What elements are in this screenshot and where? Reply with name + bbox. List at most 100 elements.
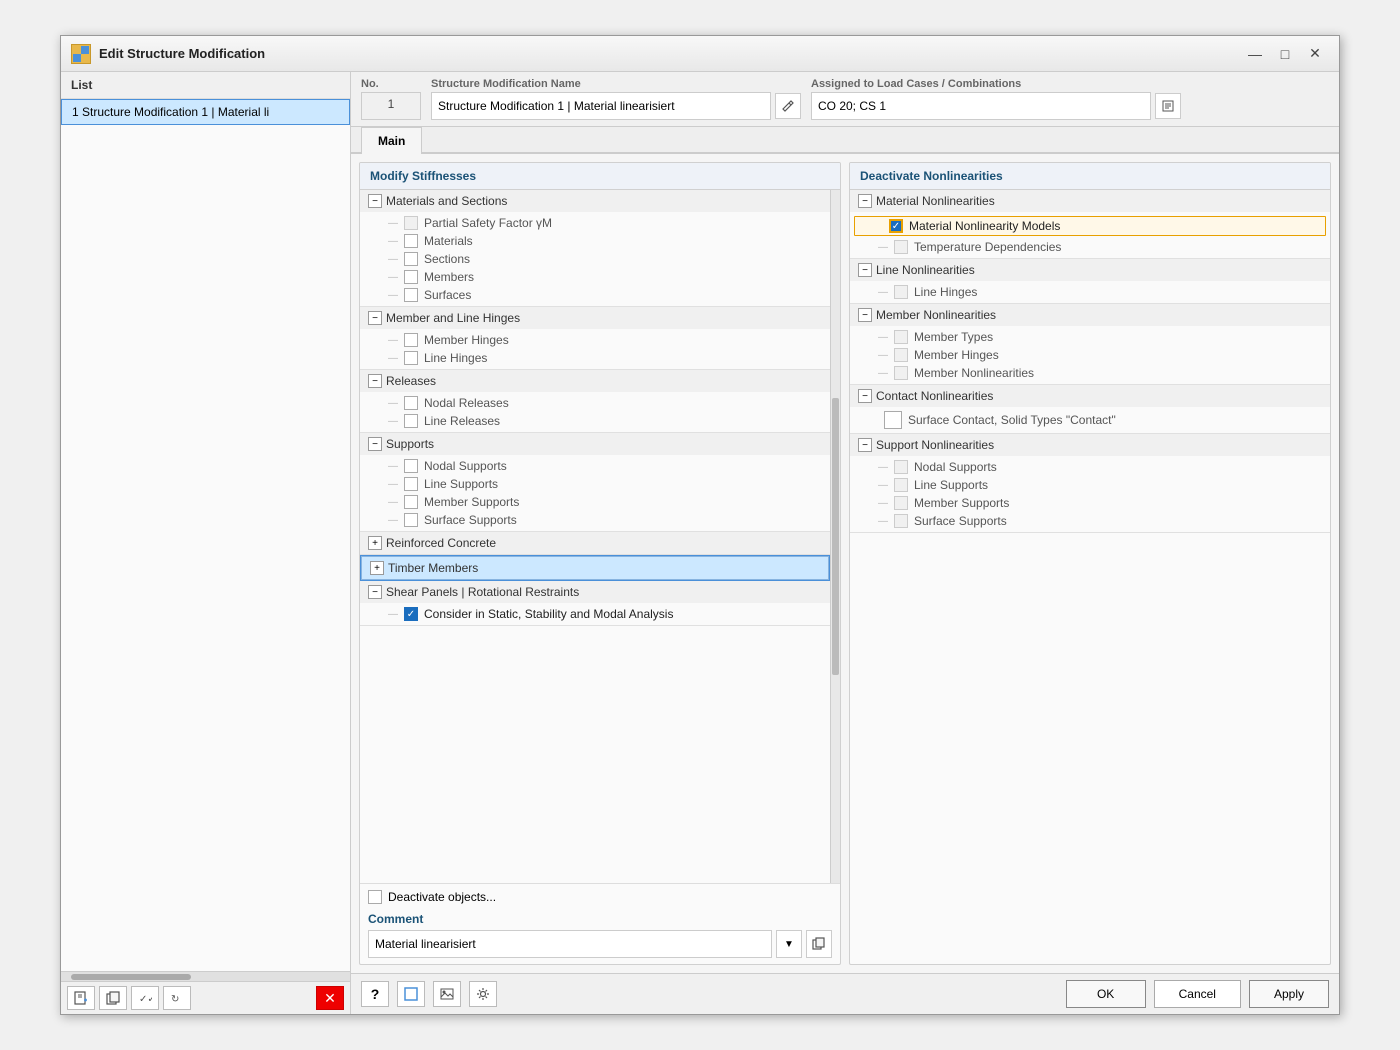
section-supports-header[interactable]: − Supports <box>360 433 830 455</box>
item-nodal-supports: — Nodal Supports <box>360 457 830 475</box>
expand-releases[interactable]: − <box>368 374 382 388</box>
copy-item-button[interactable] <box>99 986 127 1010</box>
label-member-supports-nonlin: Member Supports <box>914 496 1009 510</box>
checkbox-nodal-releases[interactable] <box>404 396 418 410</box>
expand-supports[interactable]: − <box>368 437 382 451</box>
bottom-toolbar: ? OK Cancel Apply <box>351 973 1339 1014</box>
check-all-button[interactable]: ✓✓ <box>131 986 159 1010</box>
checkbox-line-supports[interactable] <box>404 477 418 491</box>
item-line-hinges: — Line Hinges <box>360 349 830 367</box>
main-content: List 1 Structure Modification 1 | Materi… <box>61 72 1339 1014</box>
expand-member-nonlin[interactable]: − <box>858 308 872 322</box>
checkbox-surface-supports[interactable] <box>404 513 418 527</box>
materials-sections-label: Materials and Sections <box>386 194 507 208</box>
comment-dropdown-button[interactable]: ▼ <box>776 930 802 958</box>
sidebar-scrollbar[interactable] <box>61 971 350 981</box>
section-contact-nonlin-header[interactable]: − Contact Nonlinearities <box>850 385 1330 407</box>
name-edit-button[interactable] <box>775 93 801 119</box>
section-support-nonlin-header[interactable]: − Support Nonlinearities <box>850 434 1330 456</box>
section-material-nonlin-header[interactable]: − Material Nonlinearities <box>850 190 1330 212</box>
comment-input[interactable] <box>368 930 772 958</box>
no-label: No. <box>361 78 421 90</box>
expand-contact-nonlin[interactable]: − <box>858 389 872 403</box>
label-member-supports: Member Supports <box>424 495 519 509</box>
label-temp-dependencies: Temperature Dependencies <box>914 240 1061 254</box>
expand-line-nonlin[interactable]: − <box>858 263 872 277</box>
maximize-button[interactable]: □ <box>1271 43 1299 65</box>
section-timber-header[interactable]: + Timber Members <box>361 556 829 580</box>
label-sections: Sections <box>424 252 470 266</box>
checkbox-member-supports-nonlin[interactable] <box>894 496 908 510</box>
label-member-types: Member Types <box>914 330 993 344</box>
section-materials-sections-header[interactable]: − Materials and Sections <box>360 190 830 212</box>
checkbox-partial-safety[interactable] <box>404 216 418 230</box>
checkbox-nodal-supports[interactable] <box>404 459 418 473</box>
checkbox-surface-contact[interactable] <box>884 411 902 429</box>
view-button[interactable] <box>397 981 425 1007</box>
checkbox-line-releases[interactable] <box>404 414 418 428</box>
section-line-nonlin-header[interactable]: − Line Nonlinearities <box>850 259 1330 281</box>
cancel-button[interactable]: Cancel <box>1154 980 1241 1008</box>
renumber-button[interactable]: ↻ <box>163 986 191 1010</box>
expand-shear[interactable]: − <box>368 585 382 599</box>
section-reinforced-header[interactable]: + Reinforced Concrete <box>360 532 830 554</box>
checkbox-deactivate-objects[interactable] <box>368 890 382 904</box>
left-panel-bottom: Deactivate objects... Comment ▼ <box>360 883 840 964</box>
assigned-select-button[interactable] <box>1155 93 1181 119</box>
help-button[interactable]: ? <box>361 981 389 1007</box>
checkbox-materials[interactable] <box>404 234 418 248</box>
checkbox-member-hinges[interactable] <box>404 333 418 347</box>
expand-materials-sections[interactable]: − <box>368 194 382 208</box>
section-contact-nonlin: − Contact Nonlinearities Surface Contact… <box>850 385 1330 434</box>
section-member-nonlin-header[interactable]: − Member Nonlinearities <box>850 304 1330 326</box>
checkbox-surface-supports-nonlin[interactable] <box>894 514 908 528</box>
item-member-hinges: — Member Hinges <box>360 331 830 349</box>
checkbox-member-nonlinearities[interactable] <box>894 366 908 380</box>
sidebar-item-modification1[interactable]: 1 Structure Modification 1 | Material li <box>61 99 350 125</box>
checkbox-line-hinges[interactable] <box>404 351 418 365</box>
checkbox-temp-dependencies[interactable] <box>894 240 908 254</box>
checkbox-member-hinges-nonlin[interactable] <box>894 348 908 362</box>
section-releases-header[interactable]: − Releases <box>360 370 830 392</box>
ok-button[interactable]: OK <box>1066 980 1146 1008</box>
svg-text:↻: ↻ <box>171 994 179 1005</box>
expand-support-nonlin[interactable]: − <box>858 438 872 452</box>
member-nonlin-items: — Member Types — Member Hinges <box>850 326 1330 384</box>
section-shear-header[interactable]: − Shear Panels | Rotational Restraints <box>360 581 830 603</box>
checkbox-consider-static[interactable] <box>404 607 418 621</box>
close-button[interactable]: ✕ <box>1301 43 1329 65</box>
expand-timber[interactable]: + <box>370 561 384 575</box>
assigned-input[interactable]: CO 20; CS 1 <box>811 92 1151 120</box>
reinforced-label: Reinforced Concrete <box>386 536 496 550</box>
apply-button[interactable]: Apply <box>1249 980 1329 1008</box>
label-surface-supports-nonlin: Surface Supports <box>914 514 1007 528</box>
checkbox-member-types[interactable] <box>894 330 908 344</box>
item-members-stiff: — Members <box>360 268 830 286</box>
expand-material-nonlin[interactable]: − <box>858 194 872 208</box>
comment-copy-button[interactable] <box>806 930 832 958</box>
checkbox-material-nonlin-models[interactable] <box>889 219 903 233</box>
section-timber-members: + Timber Members <box>360 555 830 581</box>
minimize-button[interactable]: — <box>1241 43 1269 65</box>
checkbox-surfaces-stiff[interactable] <box>404 288 418 302</box>
checkbox-line-supports-nonlin[interactable] <box>894 478 908 492</box>
name-input[interactable]: Structure Modification 1 | Material line… <box>431 92 771 120</box>
checkbox-sections[interactable] <box>404 252 418 266</box>
section-hinges-header[interactable]: − Member and Line Hinges <box>360 307 830 329</box>
stiffnesses-scrollbar[interactable] <box>830 190 840 883</box>
delete-button[interactable]: ✕ <box>316 986 344 1010</box>
expand-hinges[interactable]: − <box>368 311 382 325</box>
tab-main[interactable]: Main <box>361 127 422 154</box>
checkbox-nodal-supports-nonlin[interactable] <box>894 460 908 474</box>
expand-reinforced[interactable]: + <box>368 536 382 550</box>
checkbox-line-hinges-nonlin[interactable] <box>894 285 908 299</box>
section-materials-sections: − Materials and Sections — Partial Safet… <box>360 190 830 307</box>
checkbox-member-supports[interactable] <box>404 495 418 509</box>
image-button[interactable] <box>433 981 461 1007</box>
new-item-button[interactable] <box>67 986 95 1010</box>
label-member-hinges: Member Hinges <box>424 333 509 347</box>
label-materials: Materials <box>424 234 473 248</box>
support-nonlin-label: Support Nonlinearities <box>876 438 994 452</box>
settings-button[interactable] <box>469 981 497 1007</box>
checkbox-members-stiff[interactable] <box>404 270 418 284</box>
